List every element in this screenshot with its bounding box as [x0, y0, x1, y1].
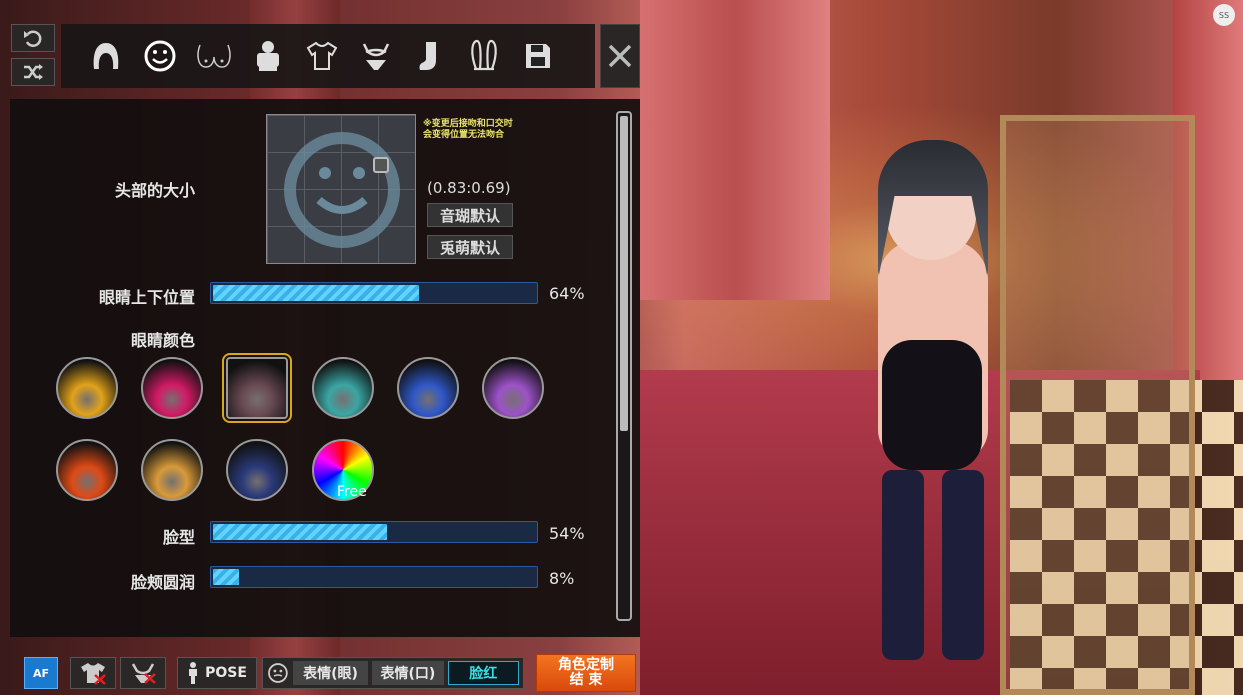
background-mirror	[1000, 115, 1195, 695]
hair-icon	[93, 43, 119, 69]
cheek-value: 8%	[549, 569, 575, 588]
screenshot-button[interactable]: SS	[1213, 4, 1235, 26]
tab-save[interactable]	[515, 33, 561, 79]
bra-icon	[362, 43, 390, 70]
head-size-coords: (0.83:0.69)	[427, 179, 511, 197]
bunny-ears-icon	[471, 39, 497, 71]
head-size-picker[interactable]	[266, 114, 416, 264]
eye-color-swatch[interactable]	[226, 439, 288, 501]
person-icon	[189, 662, 198, 684]
blush-button[interactable]: 脸红	[447, 661, 519, 685]
shirt-icon	[306, 41, 338, 70]
toggle-clothes-button[interactable]	[70, 657, 116, 689]
head-size-handle[interactable]	[373, 157, 389, 173]
slider-fill	[213, 569, 239, 585]
underwear-off-icon	[131, 663, 156, 684]
eye-color-swatch[interactable]	[397, 357, 459, 419]
sock-icon	[419, 42, 436, 70]
expression-eye-button[interactable]: 表情(眼)	[292, 661, 369, 685]
cheek-label: 脸颊圆润	[130, 573, 195, 592]
chest-icon	[197, 44, 231, 68]
blush-label: 脸红	[469, 666, 498, 682]
eye-height-slider[interactable]	[210, 282, 538, 304]
expression-mouth-label: 表情(口)	[380, 666, 436, 682]
af-button[interactable]: AF	[24, 657, 58, 689]
toggle-underwear-button[interactable]	[120, 657, 166, 689]
tab-accessories[interactable]	[461, 33, 507, 79]
category-tabbar	[61, 24, 595, 88]
slider-fill	[213, 285, 420, 301]
tab-shirt[interactable]	[299, 33, 345, 79]
eye-color-swatch[interactable]	[312, 357, 374, 419]
eye-color-swatch[interactable]	[141, 357, 203, 419]
panel-scrollbar[interactable]	[616, 111, 632, 621]
eye-height-value: 64%	[549, 284, 585, 303]
face-outline-icon	[284, 132, 400, 248]
slider-fill	[213, 524, 387, 540]
scroll-thumb[interactable]	[620, 116, 628, 431]
face-shape-slider[interactable]	[210, 521, 538, 543]
face-shape-label: 脸型	[162, 528, 195, 547]
default-a-button[interactable]: 音瑚默认	[427, 203, 513, 227]
top-icon	[257, 41, 279, 71]
save-icon	[526, 44, 550, 68]
character-outfit	[882, 340, 982, 470]
eye-color-swatch[interactable]	[56, 357, 118, 419]
eye-color-swatch[interactable]	[56, 439, 118, 501]
expression-eye-label: 表情(眼)	[303, 666, 358, 682]
expression-mouth-button[interactable]: 表情(口)	[372, 661, 444, 685]
tab-socks[interactable]	[407, 33, 453, 79]
default-b-button[interactable]: 兎萌默认	[427, 235, 513, 259]
tab-body[interactable]	[191, 33, 237, 79]
screenshot-label: SS	[1218, 10, 1230, 20]
character-leg	[882, 470, 924, 660]
character-leg	[942, 470, 984, 660]
free-color-label: Free	[337, 484, 367, 500]
eye-color-swatch[interactable]	[482, 357, 544, 419]
face-shape-value: 54%	[549, 524, 585, 543]
eye-color-label: 眼睛颜色	[130, 331, 195, 350]
face-edit-panel: 头部的大小 ※变更后接吻和口交时 会变得位置无法吻合 (0.83:0.69) 音…	[10, 99, 640, 637]
background-curtain	[640, 0, 830, 300]
randomize-button[interactable]	[11, 58, 55, 86]
character-model[interactable]	[838, 140, 1028, 660]
head-size-label: 头部的大小	[114, 181, 195, 200]
af-label: AF	[32, 666, 50, 680]
cheek-slider[interactable]	[210, 566, 538, 588]
tab-face[interactable]	[137, 33, 183, 79]
face-icon	[144, 40, 176, 72]
close-icon	[608, 44, 632, 68]
eye-color-swatch[interactable]	[141, 439, 203, 501]
tab-underwear[interactable]	[353, 33, 399, 79]
tab-hair[interactable]	[83, 33, 129, 79]
expression-face-icon	[268, 663, 288, 683]
notice-text: ※变更后接吻和口交时 会变得位置无法吻合	[423, 119, 513, 140]
expression-bar: 表情(眼) 表情(口) 脸红	[262, 657, 524, 689]
undo-icon	[24, 30, 42, 47]
finish-customization-button[interactable]: 角色定制 结 束	[536, 654, 636, 692]
undo-button[interactable]	[11, 24, 55, 52]
tab-top[interactable]	[245, 33, 291, 79]
close-button[interactable]	[600, 24, 640, 88]
eye-color-swatch[interactable]	[222, 353, 292, 423]
pose-label: POSE	[205, 665, 247, 681]
shuffle-icon	[24, 64, 43, 80]
clothes-off-icon	[81, 663, 106, 685]
pose-button[interactable]: POSE	[177, 657, 257, 689]
eye-height-label: 眼睛上下位置	[98, 288, 195, 307]
